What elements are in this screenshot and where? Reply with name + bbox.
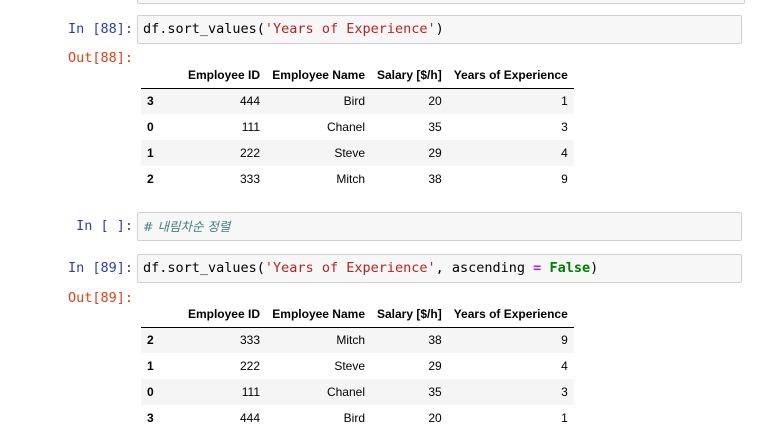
- cell-years: 9: [561, 172, 568, 186]
- cell-employee-name: Chanel: [326, 120, 365, 134]
- row-index: 2: [147, 333, 154, 348]
- code-text: df.sort_values(: [143, 260, 265, 276]
- cell-salary: 29: [428, 359, 442, 373]
- cell-employee-name: Mitch: [336, 172, 365, 186]
- index-header: [141, 62, 162, 89]
- cell-employee-name: Steve: [334, 359, 365, 373]
- cell-employee-name: Mitch: [336, 333, 365, 348]
- cell-employee-name: Chanel: [326, 385, 365, 399]
- row-index: 2: [147, 172, 154, 186]
- cell-employee-id: 222: [239, 146, 260, 160]
- code-comment: # 내림차순 정렬: [143, 219, 231, 234]
- column-header: Employee Name: [266, 62, 371, 89]
- code-string: 'Years of Experience': [264, 21, 436, 37]
- cell-salary: 38: [428, 172, 442, 186]
- cell-salary: 20: [428, 411, 442, 425]
- code-text: df.sort_values(: [143, 21, 265, 37]
- cell-years: 4: [561, 146, 568, 160]
- column-header: Years of Experience: [447, 301, 574, 328]
- row-index: 1: [147, 359, 154, 373]
- cell-employee-id: 333: [239, 333, 260, 348]
- cell-employee-id: 111: [241, 385, 260, 399]
- code-text: ): [590, 260, 599, 276]
- cell-years: 3: [561, 120, 568, 134]
- input-prompt: In [ ]:: [76, 218, 133, 234]
- previous-cell-input[interactable]: [137, 0, 745, 4]
- table-row: 1 222 Steve 29 4: [141, 140, 574, 166]
- code-text: , ascending: [435, 260, 534, 276]
- cell-salary: 35: [428, 385, 442, 399]
- cell-salary: 38: [428, 333, 442, 348]
- cell-employee-name: Bird: [343, 411, 365, 425]
- cell-salary: 29: [428, 146, 442, 160]
- code-text: ): [435, 21, 444, 37]
- code-string: 'Years of Experience': [264, 260, 436, 276]
- input-prompt: In [88]:: [67, 21, 133, 37]
- table-row: 3 444 Bird 20 1: [141, 405, 574, 431]
- index-header: [141, 301, 162, 328]
- cell-salary: 20: [428, 94, 442, 109]
- table-row: 2 333 Mitch 38 9: [141, 166, 574, 192]
- table-header-row: Employee ID Employee Name Salary [$/h] Y…: [141, 62, 574, 89]
- column-header: Salary [$/h]: [371, 301, 448, 328]
- cell-salary: 35: [428, 120, 442, 134]
- cell-years: 3: [561, 385, 568, 399]
- row-index: 1: [147, 146, 154, 160]
- cell-employee-id: 333: [239, 172, 260, 186]
- cell-years: 9: [561, 333, 568, 348]
- cell-years: 1: [561, 411, 568, 425]
- cell-employee-id: 222: [239, 359, 260, 373]
- column-header: Employee ID: [162, 62, 266, 89]
- code-input-cell[interactable]: # 내림차순 정렬: [137, 212, 742, 241]
- table-row: 1 222 Steve 29 4: [141, 353, 574, 379]
- row-index: 0: [147, 385, 154, 399]
- dataframe-output: Employee ID Employee Name Salary [$/h] Y…: [141, 62, 574, 192]
- table-row: 3 444 Bird 20 1: [141, 88, 574, 114]
- code-keyword: False: [549, 260, 591, 276]
- cell-employee-id: 444: [239, 94, 260, 109]
- code-input-cell[interactable]: df.sort_values('Years of Experience'): [137, 15, 742, 44]
- row-index: 3: [147, 411, 154, 425]
- row-index: 3: [147, 94, 154, 109]
- table-row: 0 111 Chanel 35 3: [141, 379, 574, 405]
- row-index: 0: [147, 120, 154, 134]
- dataframe-output: Employee ID Employee Name Salary [$/h] Y…: [141, 301, 574, 431]
- table-row: 2 333 Mitch 38 9: [141, 327, 574, 353]
- cell-employee-name: Bird: [343, 94, 365, 109]
- cell-employee-id: 444: [239, 411, 260, 425]
- column-header: Employee Name: [266, 301, 371, 328]
- table-header-row: Employee ID Employee Name Salary [$/h] Y…: [141, 301, 574, 328]
- column-header: Years of Experience: [447, 62, 574, 89]
- cell-employee-name: Steve: [334, 146, 365, 160]
- column-header: Employee ID: [162, 301, 266, 328]
- cell-years: 1: [561, 94, 568, 109]
- cell-years: 4: [561, 359, 568, 373]
- input-prompt: In [89]:: [67, 260, 133, 276]
- cell-employee-id: 111: [241, 120, 260, 134]
- code-input-cell[interactable]: df.sort_values('Years of Experience', as…: [137, 254, 742, 283]
- output-prompt: Out[88]:: [67, 50, 133, 66]
- table-row: 0 111 Chanel 35 3: [141, 114, 574, 140]
- column-header: Salary [$/h]: [371, 62, 448, 89]
- output-prompt: Out[89]:: [67, 290, 133, 306]
